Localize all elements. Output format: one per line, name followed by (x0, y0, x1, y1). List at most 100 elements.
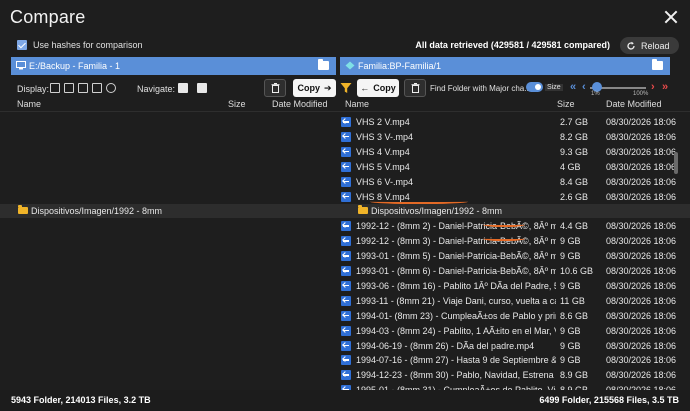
file-date: 08/30/2026 18:06 (606, 325, 677, 336)
right-path-bar[interactable]: Familia:BP-Familia/1 (340, 57, 670, 75)
right-col-name[interactable]: Name (345, 99, 369, 111)
display-equal-icon[interactable] (78, 83, 88, 93)
left-col-name[interactable]: Name (17, 99, 41, 111)
file-size: 9 GB (560, 236, 581, 247)
delete-left-button[interactable] (264, 79, 286, 97)
file-size: 2.6 GB (560, 191, 589, 202)
left-path-bar[interactable]: E:/Backup - Familia - 1 (11, 57, 336, 75)
delete-right-button[interactable] (404, 79, 426, 97)
file-date: 08/30/2026 18:06 (606, 117, 677, 127)
copy-left-arrow-icon[interactable] (341, 295, 351, 306)
table-row[interactable]: VHS 3 V-.mp4 8.2 GB 08/30/2026 18:06 (0, 130, 690, 144)
table-row[interactable]: 1994-01- (8mm 23) - CumpleaÃ±os de Pablo… (0, 309, 690, 323)
next-change-icon[interactable]: » (662, 81, 668, 93)
copy-left-arrow-icon[interactable] (341, 325, 351, 336)
next-icon[interactable]: › (651, 81, 655, 93)
right-col-size[interactable]: Size (557, 99, 575, 111)
file-name: 1992-12 - (8mm 2) - Daniel-Patricia-BebÃ… (356, 221, 556, 232)
prev-icon[interactable]: ‹ (582, 81, 586, 93)
table-row[interactable]: 1994-12-23 - (8mm 30) - Pablo, Navidad, … (0, 368, 690, 382)
size-toggle[interactable] (526, 82, 543, 92)
trash-icon (271, 83, 279, 93)
display-left-only-icon[interactable] (50, 83, 60, 93)
table-row[interactable]: VHS 8 V.mp4 2.6 GB 08/30/2026 18:06 (0, 190, 690, 204)
copy-left-arrow-icon[interactable] (341, 310, 351, 321)
file-name: 1994-06-19 - (8mm 26) - DÃa del padre.mp… (356, 340, 535, 351)
copy-left-arrow-icon[interactable] (341, 370, 351, 381)
browse-folder-icon[interactable] (652, 59, 663, 70)
copy-left-arrow-icon[interactable] (341, 131, 351, 142)
file-size: 9 GB (560, 280, 581, 291)
table-row[interactable]: VHS 4 V.mp4 9.3 GB 08/30/2026 18:06 (0, 145, 690, 159)
file-name: 1994-01- (8mm 23) - CumpleaÃ±os de Pablo… (356, 310, 556, 321)
annotation-underline (483, 235, 525, 241)
table-row[interactable]: VHS 6 V-.mp4 8.4 GB 08/30/2026 18:06 (0, 175, 690, 189)
copy-left-arrow-icon[interactable] (341, 117, 351, 127)
navigate-up-icon[interactable] (197, 83, 207, 93)
table-row[interactable]: 1992-12 - (8mm 3) - Daniel-Patricia-BebÃ… (0, 234, 690, 248)
table-row[interactable]: VHS 2 V.mp4 2.7 GB 08/30/2026 18:06 (0, 115, 690, 129)
copy-left-arrow-icon[interactable] (341, 251, 351, 262)
copy-left-arrow-icon[interactable] (341, 176, 351, 187)
file-size: 4.4 GB (560, 221, 589, 232)
file-size: 8.4 GB (560, 176, 589, 187)
file-date: 08/30/2026 18:06 (606, 355, 677, 366)
copy-left-arrow-icon[interactable] (341, 355, 351, 366)
file-size: 9 GB (560, 251, 581, 262)
browse-folder-icon[interactable] (318, 59, 329, 70)
use-hashes-checkbox[interactable] (17, 40, 27, 50)
table-row[interactable]: 1993-01 - (8mm 5) - Daniel-Patricia-BebÃ… (0, 249, 690, 263)
table-row[interactable]: 1994-07-16 - (8mm 27) - Hasta 9 de Septi… (0, 353, 690, 367)
file-size: 9 GB (560, 340, 581, 351)
table-row[interactable]: 1992-12 - (8mm 2) - Daniel-Patricia-BebÃ… (0, 219, 690, 233)
copy-left-arrow-icon[interactable] (341, 236, 351, 247)
copy-left-arrow-icon[interactable] (341, 146, 351, 157)
file-name: VHS 4 V.mp4 (356, 146, 410, 157)
left-col-size[interactable]: Size (228, 99, 246, 111)
display-right-only-icon[interactable] (64, 83, 74, 93)
right-col-date[interactable]: Date Modified (606, 99, 662, 111)
copy-left-arrow-icon[interactable] (341, 161, 351, 172)
file-size: 11 GB (560, 295, 585, 306)
file-date: 08/30/2026 18:06 (606, 295, 677, 306)
copy-left-arrow-icon[interactable] (341, 221, 351, 232)
copy-to-left-button[interactable]: ← Copy (357, 79, 399, 97)
slider-max-label: 100% (633, 91, 649, 97)
left-col-date[interactable]: Date Modified (272, 99, 328, 111)
file-date: 08/30/2026 18:06 (606, 191, 677, 202)
file-date: 08/30/2026 18:06 (606, 310, 677, 321)
reload-button[interactable]: Reload (620, 37, 679, 54)
copy-left-arrow-icon[interactable] (341, 191, 351, 202)
reload-label: Reload (641, 40, 670, 51)
file-date: 08/30/2026 18:06 (606, 280, 677, 291)
navigate-label: Navigate: (137, 84, 176, 94)
scrollbar[interactable] (674, 152, 678, 174)
file-date: 08/30/2026 18:06 (606, 146, 677, 157)
folder-row[interactable]: Dispositivos/Imagen/1992 - 8mm Dispositiv… (0, 204, 690, 219)
table-row[interactable]: 1993-01 - (8mm 6) - Daniel-Patricia-BebÃ… (0, 264, 690, 278)
table-row[interactable]: 1994-03 - (8mm 24) - Pablito, 1 AÃ±ito e… (0, 324, 690, 338)
table-row[interactable]: 1993-11 - (8mm 21) - Viaje Dani, curso, … (0, 294, 690, 308)
header-divider (0, 111, 690, 112)
copy-left-arrow-icon[interactable] (341, 280, 351, 291)
close-icon[interactable] (664, 10, 678, 24)
file-size: 9.3 GB (560, 146, 589, 157)
display-different-icon[interactable] (92, 83, 102, 93)
prev-change-icon[interactable]: « (570, 81, 576, 93)
folder-icon (358, 205, 368, 215)
file-date: 08/30/2026 18:06 (606, 131, 677, 142)
table-row[interactable]: 1993-06 - (8mm 16) - Pablito 1Âº DÃa del… (0, 279, 690, 293)
copy-left-arrow-icon[interactable] (341, 340, 351, 351)
copy-to-right-button[interactable]: Copy ➔ (293, 79, 336, 97)
file-name: VHS 2 V.mp4 (356, 117, 410, 127)
copy-left-arrow-icon[interactable] (341, 266, 351, 276)
filter-icon[interactable] (340, 82, 352, 94)
table-row[interactable]: 1994-06-19 - (8mm 26) - DÃa del padre.mp… (0, 339, 690, 353)
copy-right-label: Copy (297, 83, 320, 93)
display-ignored-icon[interactable] (106, 83, 116, 93)
copy-left-label: Copy (373, 83, 396, 93)
navigate-down-icon[interactable] (178, 83, 188, 93)
left-path: E:/Backup - Familia - 1 (29, 61, 121, 71)
table-row[interactable]: VHS 5 V.mp4 4 GB 08/30/2026 18:06 (0, 160, 690, 174)
right-summary: 6499 Folder, 215568 Files, 3.5 TB (539, 395, 679, 405)
